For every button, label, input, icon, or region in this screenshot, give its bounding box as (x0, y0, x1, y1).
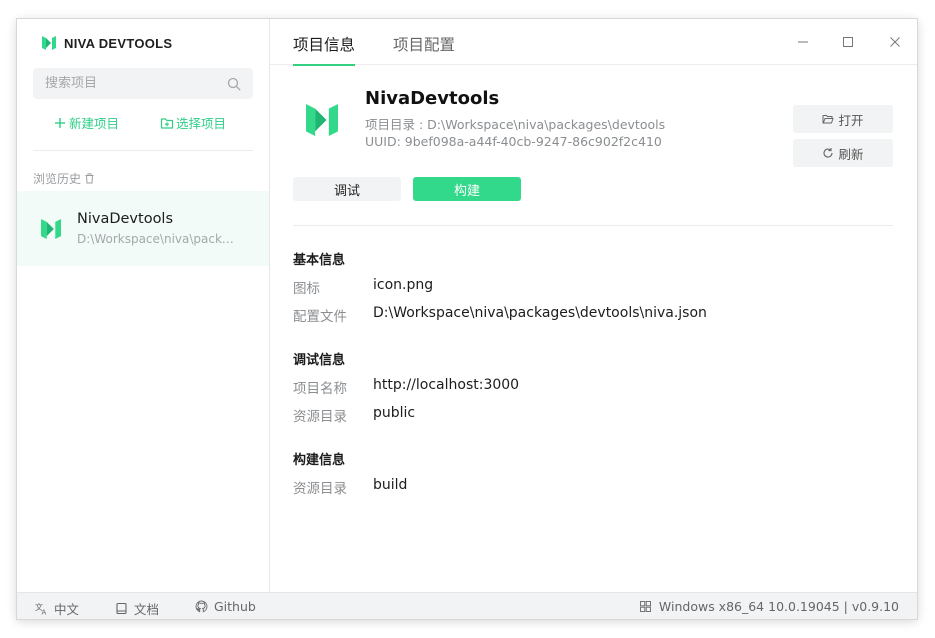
history-label: 浏览历史 (33, 172, 82, 186)
new-project-label: 新建项目 (69, 116, 120, 131)
github-button[interactable]: Github (195, 599, 256, 614)
niva-logo-icon (41, 218, 61, 239)
field-value-debug-resource: public (373, 405, 416, 421)
history-item-text: NivaDevtools D:\Workspace\niva\packages\… (77, 211, 237, 246)
history-item-name: NivaDevtools (77, 211, 174, 227)
field-label-debug-resource: 资源目录 (293, 409, 347, 425)
history-item-path: D:\Workspace\niva\packages\devtools (77, 232, 237, 246)
niva-logo-icon (42, 36, 56, 50)
status-bar: 文 A 中文 文档 Github Windows x86_64 10.0.190… (17, 592, 917, 619)
refresh-button[interactable]: 刷新 (793, 139, 893, 167)
brand-name: NIVA DEVTOOLS (64, 35, 173, 51)
project-name: NivaDevtools (365, 88, 500, 109)
section-build-title: 构建信息 (293, 453, 346, 468)
refresh-icon (823, 148, 834, 158)
field-value-debug-url: http://localhost:3000 (373, 377, 520, 393)
main-divider (293, 225, 893, 226)
language-label: 中文 (54, 602, 80, 617)
book-icon (116, 602, 127, 615)
field-label-debug-url: 项目名称 (293, 381, 347, 397)
field-label-icon: 图标 (293, 281, 320, 297)
field-label-build-resource: 资源目录 (293, 481, 347, 497)
project-uuid: UUID: 9bef098a-a44f-40cb-9247-86c902f2c4… (365, 134, 662, 149)
trash-icon[interactable] (84, 173, 95, 184)
close-icon[interactable] (887, 34, 903, 50)
build-button[interactable]: 构建 (413, 177, 521, 201)
main-panel: 项目信息 项目配置 NivaDevtools 项目目录 : D:\Workspa… (270, 19, 917, 592)
folder-open-icon (822, 115, 834, 124)
app-window: NIVA DEVTOOLS 新建项目 (17, 19, 917, 619)
translate-icon: 文 A (35, 602, 47, 616)
svg-text:A: A (42, 609, 47, 616)
windows-icon (639, 601, 651, 612)
history-header: 浏览历史 (33, 170, 95, 187)
docs-button[interactable]: 文档 (115, 599, 159, 618)
system-info-label: Windows x86_64 10.0.19045 | v0.9.10 (658, 599, 899, 614)
history-item[interactable]: NivaDevtools D:\Workspace\niva\packages\… (17, 191, 269, 266)
brand: NIVA DEVTOOLS (42, 34, 172, 52)
docs-label: 文档 (134, 602, 160, 617)
search-input[interactable] (45, 76, 227, 91)
folder-plus-icon (160, 117, 174, 129)
field-value-icon: icon.png (373, 277, 434, 293)
select-project-label: 选择项目 (176, 116, 227, 131)
open-label: 打开 (838, 112, 864, 128)
debug-button[interactable]: 调试 (293, 177, 401, 201)
search-icon[interactable] (227, 77, 241, 91)
field-value-config-file: D:\Workspace\niva\packages\devtools\niva… (373, 305, 707, 321)
refresh-label: 刷新 (838, 146, 864, 162)
language-button[interactable]: 文 A 中文 (35, 599, 79, 618)
github-label: Github (214, 599, 256, 614)
section-debug-title: 调试信息 (293, 353, 346, 368)
section-basic-title: 基本信息 (293, 253, 346, 268)
search-box (33, 68, 253, 99)
project-actions: 新建项目 选择项目 (17, 113, 270, 133)
tab-project-info[interactable]: 项目信息 (293, 33, 356, 66)
new-project-button[interactable]: 新建项目 (53, 113, 119, 132)
maximize-icon[interactable] (840, 34, 856, 50)
project-logo-icon (306, 104, 338, 136)
project-directory: 项目目录 : D:\Workspace\niva\packages\devtoo… (365, 117, 666, 132)
github-icon (195, 600, 208, 613)
field-value-build-resource: build (373, 477, 408, 493)
sidebar-divider (33, 150, 253, 151)
plus-icon (55, 117, 65, 128)
system-info: Windows x86_64 10.0.19045 | v0.9.10 (639, 599, 899, 614)
tab-project-config[interactable]: 项目配置 (393, 33, 455, 64)
open-button[interactable]: 打开 (793, 105, 893, 133)
field-label-config-file: 配置文件 (293, 309, 347, 325)
minimize-icon[interactable] (795, 34, 811, 50)
sidebar: NIVA DEVTOOLS 新建项目 (17, 19, 270, 592)
tab-bar: 项目信息 项目配置 (270, 19, 917, 66)
select-project-button[interactable]: 选择项目 (160, 113, 226, 132)
